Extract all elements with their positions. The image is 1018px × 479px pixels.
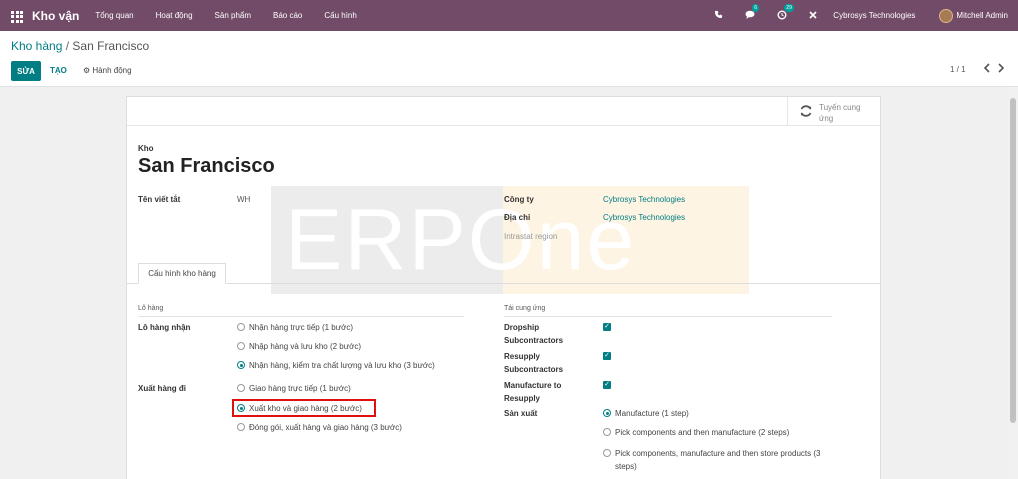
outgoing-label: Xuất hàng đi bbox=[138, 384, 186, 393]
messages-icon[interactable]: 6 bbox=[745, 4, 760, 21]
radio-label: Manufacture (1 step) bbox=[615, 409, 689, 418]
radio-label: Giao hàng trực tiếp (1 bước) bbox=[249, 384, 351, 393]
navbar-systray: 6 29 Cybrosys Technologies Mitchell Admi… bbox=[692, 0, 1008, 31]
resupply-divider bbox=[504, 316, 832, 317]
radio-label: Nhập hàng và lưu kho (2 bước) bbox=[249, 342, 362, 351]
manufacture-option-2[interactable]: Pick components and then manufacture (2 … bbox=[603, 428, 789, 437]
menu-item-overview[interactable]: Tổng quan bbox=[95, 11, 133, 20]
company-switcher[interactable]: Cybrosys Technologies bbox=[833, 11, 915, 20]
create-button[interactable]: TẠO bbox=[50, 66, 67, 75]
radio-button[interactable] bbox=[237, 342, 245, 350]
resupply-section-title: Tái cung ứng bbox=[504, 305, 546, 312]
app-title[interactable]: Kho vận bbox=[32, 9, 79, 23]
pager-value[interactable]: 1 / 1 bbox=[950, 65, 966, 74]
radio-label: Nhận hàng, kiểm tra chất lượng và lưu kh… bbox=[249, 361, 435, 370]
activities-badge: 29 bbox=[784, 3, 794, 12]
highlight-box bbox=[232, 399, 376, 417]
radio-label: Pick components and then manufacture (2 … bbox=[615, 428, 790, 437]
company-value[interactable]: Cybrosys Technologies bbox=[603, 195, 685, 204]
menu-item-operations[interactable]: Hoạt động bbox=[156, 11, 193, 20]
warehouse-label: Kho bbox=[138, 144, 154, 153]
radio-button-selected[interactable] bbox=[603, 409, 611, 417]
avatar bbox=[939, 8, 954, 23]
user-name: Mitchell Admin bbox=[956, 11, 1008, 20]
incoming-label: Lô hàng nhận bbox=[138, 323, 191, 332]
breadcrumb-separator: / bbox=[65, 39, 70, 53]
manufacture-label: Sản xuất bbox=[504, 409, 538, 418]
radio-button[interactable] bbox=[237, 384, 245, 392]
breadcrumb-current: San Francisco bbox=[72, 39, 150, 53]
manufacture-option-1[interactable]: Manufacture (1 step) bbox=[603, 409, 689, 418]
routes-smart-button[interactable]: Tuyến cung ứng bbox=[787, 97, 881, 126]
tab-warehouse-config[interactable]: Cấu hình kho hàng bbox=[138, 263, 226, 284]
close-icon[interactable] bbox=[809, 10, 817, 21]
short-name-label: Tên viết tắt bbox=[138, 195, 181, 204]
menu-item-products[interactable]: Sản phẩm bbox=[215, 11, 251, 20]
radio-button[interactable] bbox=[603, 428, 611, 436]
radio-label: Đóng gói, xuất hàng và giao hàng (3 bước… bbox=[249, 423, 402, 432]
phone-icon[interactable] bbox=[714, 10, 723, 21]
outgoing-option-3[interactable]: Đóng gói, xuất hàng và giao hàng (3 bước… bbox=[237, 423, 402, 432]
resupply-sub-checkbox[interactable]: ✓ bbox=[603, 352, 611, 360]
manufacture-to-resupply-checkbox[interactable]: ✓ bbox=[603, 381, 611, 389]
routes-label: Tuyến cung ứng bbox=[819, 103, 861, 123]
pager-next-icon[interactable] bbox=[997, 63, 1005, 76]
top-navbar: Kho vận Tổng quan Hoạt động Sản phẩm Báo… bbox=[0, 0, 1018, 31]
control-panel: Kho hàng / San Francisco SỬA TẠO ⚙ Hành … bbox=[0, 31, 1018, 87]
radio-label: Pick components, manufacture and then st… bbox=[615, 449, 821, 471]
watermark-text: ERPOne bbox=[285, 192, 637, 288]
company-label: Công ty bbox=[504, 195, 534, 204]
incoming-option-2[interactable]: Nhập hàng và lưu kho (2 bước) bbox=[237, 342, 361, 351]
action-menu-button[interactable]: ⚙ Hành động bbox=[83, 66, 132, 75]
warehouse-name[interactable]: San Francisco bbox=[138, 155, 275, 178]
incoming-option-3[interactable]: Nhận hàng, kiểm tra chất lượng và lưu kh… bbox=[237, 361, 435, 370]
intrastat-label: Intrastat region bbox=[504, 232, 558, 241]
tab-bar-line bbox=[127, 283, 880, 284]
outgoing-option-1[interactable]: Giao hàng trực tiếp (1 bước) bbox=[237, 384, 351, 393]
apps-menu-icon[interactable] bbox=[11, 10, 23, 23]
breadcrumb: Kho hàng / San Francisco bbox=[11, 39, 149, 53]
dropship-label: Dropship Subcontractors bbox=[504, 323, 564, 345]
edit-button[interactable]: SỬA bbox=[11, 61, 41, 81]
breadcrumb-parent[interactable]: Kho hàng bbox=[11, 39, 62, 53]
activities-icon[interactable]: 29 bbox=[777, 3, 794, 22]
radio-button[interactable] bbox=[603, 449, 611, 457]
button-box: Tuyến cung ứng bbox=[127, 97, 880, 126]
messages-badge: 6 bbox=[752, 4, 760, 12]
menu-item-reporting[interactable]: Báo cáo bbox=[273, 11, 302, 20]
manufacture-option-3[interactable]: Pick components, manufacture and then st… bbox=[603, 447, 843, 473]
incoming-option-1[interactable]: Nhận hàng trực tiếp (1 bước) bbox=[237, 323, 353, 332]
menu-item-configuration[interactable]: Cấu hình bbox=[324, 11, 356, 20]
form-sheet: Tuyến cung ứng ERPOne Kho San Francisco … bbox=[126, 96, 881, 479]
address-value[interactable]: Cybrosys Technologies bbox=[603, 213, 685, 222]
shipments-divider bbox=[138, 316, 464, 317]
shipments-section-title: Lô hàng bbox=[138, 305, 164, 312]
user-menu[interactable]: Mitchell Admin bbox=[939, 8, 1008, 23]
scrollbar-thumb[interactable] bbox=[1010, 98, 1016, 423]
radio-label: Nhận hàng trực tiếp (1 bước) bbox=[249, 323, 354, 332]
pager-previous-icon[interactable] bbox=[983, 63, 991, 76]
dropship-checkbox[interactable]: ✓ bbox=[603, 323, 611, 331]
main-menu: Tổng quan Hoạt động Sản phẩm Báo cáo Cấu… bbox=[95, 11, 378, 20]
short-name-value[interactable]: WH bbox=[237, 195, 250, 204]
resupply-sub-label: Resupply Subcontractors bbox=[504, 352, 564, 374]
refresh-icon bbox=[799, 104, 813, 120]
radio-button[interactable] bbox=[237, 423, 245, 431]
radio-button[interactable] bbox=[237, 323, 245, 331]
address-label: Địa chỉ bbox=[504, 213, 531, 222]
radio-button-selected[interactable] bbox=[237, 361, 245, 369]
manufacture-to-resupply-label: Manufacture to Resupply bbox=[504, 381, 562, 403]
